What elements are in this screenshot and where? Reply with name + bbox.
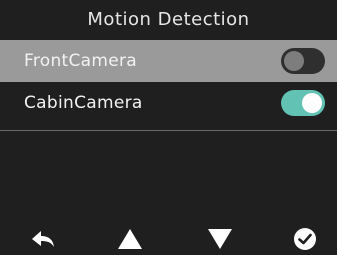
- menu-item-label: CabinCamera: [24, 93, 143, 113]
- up-button[interactable]: [115, 224, 145, 254]
- bottom-nav-bar: [0, 224, 337, 255]
- up-triangle-icon: [118, 229, 142, 249]
- check-circle-icon: [294, 228, 316, 250]
- back-arrow-icon: [32, 231, 54, 247]
- back-button[interactable]: [28, 224, 58, 254]
- down-triangle-icon: [208, 229, 232, 249]
- menu-item-front-camera[interactable]: FrontCamera: [0, 40, 337, 82]
- menu-item-cabin-camera[interactable]: CabinCamera: [0, 82, 337, 124]
- device-screen: Motion Detection FrontCamera CabinCamera: [0, 0, 337, 255]
- down-button[interactable]: [205, 224, 235, 254]
- cabin-camera-toggle[interactable]: [281, 90, 325, 116]
- title-bar: Motion Detection: [0, 0, 337, 38]
- page-title: Motion Detection: [87, 8, 250, 30]
- front-camera-toggle[interactable]: [281, 48, 325, 74]
- toggle-knob: [302, 93, 322, 113]
- confirm-button[interactable]: [290, 224, 320, 254]
- divider: [0, 130, 337, 131]
- menu-item-label: FrontCamera: [24, 51, 138, 71]
- toggle-knob: [284, 51, 304, 71]
